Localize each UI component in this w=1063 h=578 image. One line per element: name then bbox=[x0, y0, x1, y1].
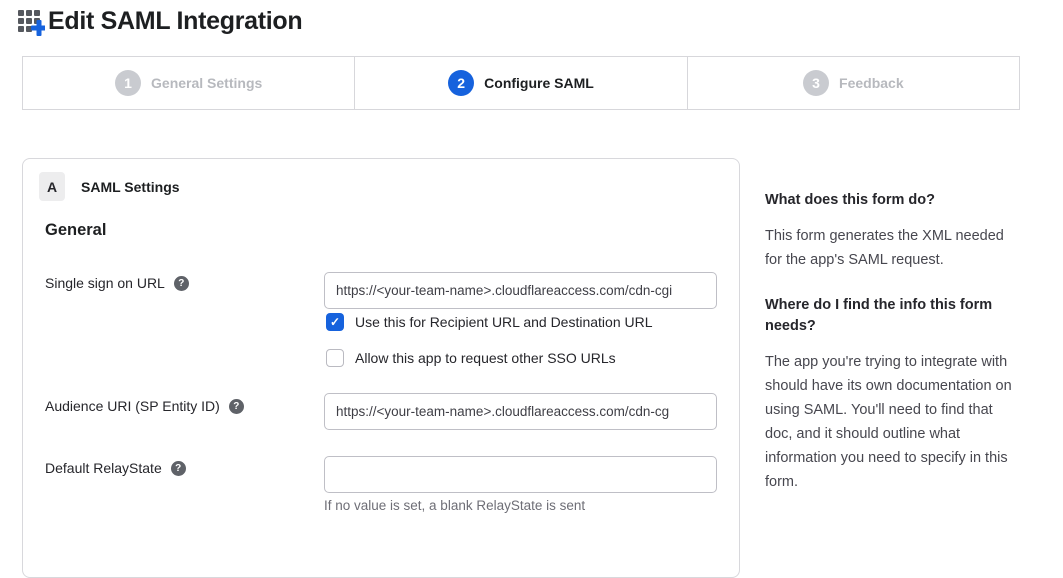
sso-url-help-icon[interactable]: ? bbox=[174, 276, 189, 291]
step-label: General Settings bbox=[151, 75, 262, 91]
help-panel: What does this form do? This form genera… bbox=[765, 190, 1018, 517]
checkbox-unchecked-icon[interactable] bbox=[326, 349, 344, 367]
help-body-where: The app you're trying to integrate with … bbox=[765, 350, 1018, 494]
section-badge: A bbox=[39, 172, 65, 201]
step-feedback[interactable]: 3 Feedback bbox=[687, 57, 1019, 109]
audience-uri-help-icon[interactable]: ? bbox=[229, 399, 244, 414]
step-label: Configure SAML bbox=[484, 75, 594, 91]
help-body-what: This form generates the XML needed for t… bbox=[765, 224, 1018, 272]
step-configure-saml[interactable]: 2 Configure SAML bbox=[354, 57, 686, 109]
group-heading-general: General bbox=[45, 221, 106, 240]
relay-state-label-row: Default RelayState ? bbox=[45, 460, 186, 476]
step-label: Feedback bbox=[839, 75, 904, 91]
audience-uri-label-row: Audience URI (SP Entity ID) ? bbox=[45, 398, 244, 414]
checkbox-checked-icon[interactable]: ✓ bbox=[326, 313, 344, 331]
sso-url-label-row: Single sign on URL ? bbox=[45, 275, 189, 291]
step-number-badge: 2 bbox=[448, 70, 474, 96]
app-grid-add-icon bbox=[17, 8, 45, 36]
page-header: Edit SAML Integration bbox=[17, 7, 302, 36]
help-heading-where: Where do I find the info this form needs… bbox=[765, 295, 1018, 337]
sso-url-input[interactable] bbox=[324, 272, 717, 309]
step-number-badge: 1 bbox=[115, 70, 141, 96]
other-sso-checkbox-label: Allow this app to request other SSO URLs bbox=[355, 350, 616, 366]
step-general-settings[interactable]: 1 General Settings bbox=[23, 57, 354, 109]
step-wizard: 1 General Settings 2 Configure SAML 3 Fe… bbox=[22, 56, 1020, 110]
page-title: Edit SAML Integration bbox=[48, 7, 302, 36]
relay-state-label: Default RelayState bbox=[45, 460, 162, 476]
step-number-badge: 3 bbox=[803, 70, 829, 96]
section-title: SAML Settings bbox=[81, 179, 180, 195]
relay-state-input[interactable] bbox=[324, 456, 717, 493]
audience-uri-input[interactable] bbox=[324, 393, 717, 430]
recipient-url-checkbox-label: Use this for Recipient URL and Destinati… bbox=[355, 314, 653, 330]
help-heading-what: What does this form do? bbox=[765, 190, 1018, 211]
relay-state-help-icon[interactable]: ? bbox=[171, 461, 186, 476]
recipient-url-checkbox-row[interactable]: ✓ Use this for Recipient URL and Destina… bbox=[326, 313, 653, 331]
saml-settings-card: A SAML Settings General Single sign on U… bbox=[22, 158, 740, 578]
other-sso-checkbox-row[interactable]: Allow this app to request other SSO URLs bbox=[326, 349, 616, 367]
relay-state-helper-text: If no value is set, a blank RelayState i… bbox=[324, 498, 585, 513]
audience-uri-label: Audience URI (SP Entity ID) bbox=[45, 398, 220, 414]
sso-url-label: Single sign on URL bbox=[45, 275, 165, 291]
